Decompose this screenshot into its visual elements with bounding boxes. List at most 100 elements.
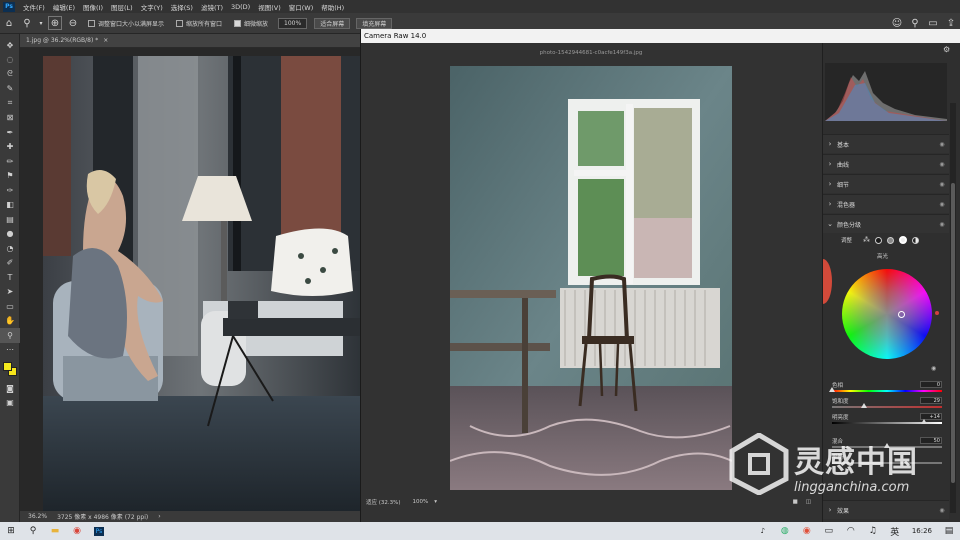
menu-help[interactable]: 帮助(H)	[317, 2, 348, 12]
hue-slider[interactable]: 色相 0	[829, 381, 942, 392]
zoom-tool-icon[interactable]: ⚲	[20, 16, 34, 30]
chrome-icon[interactable]: ◉	[66, 522, 88, 540]
battery-icon[interactable]: ▭	[818, 522, 840, 540]
ime-indicator[interactable]: 英	[884, 522, 906, 540]
resize-window-checkbox[interactable]: 调整窗口大小以满屏显示	[88, 19, 164, 28]
frame-tool-icon[interactable]: ⊠	[0, 111, 20, 126]
global-wheel-icon[interactable]	[912, 236, 920, 244]
zoom-all-checkbox[interactable]: 缩放所有窗口	[176, 19, 222, 28]
visibility-eye-icon[interactable]: ◉	[931, 365, 936, 372]
move-tool-icon[interactable]: ✥	[0, 38, 20, 53]
midtones-wheel-icon[interactable]	[887, 236, 895, 244]
saturation-value[interactable]: 29	[920, 397, 942, 404]
search-icon[interactable]: ⚲	[908, 16, 922, 30]
file-explorer-icon[interactable]: ▬	[44, 522, 66, 540]
zoom-tool-icon[interactable]: ⚲	[0, 328, 20, 343]
section-detail[interactable]: › 细节 ◉	[823, 174, 949, 193]
path-select-icon[interactable]: ➤	[0, 285, 20, 300]
fill-screen-button[interactable]: 填充屏幕	[356, 17, 393, 29]
eye-icon[interactable]: ◉	[935, 181, 949, 188]
menu-file[interactable]: 文件(F)	[19, 2, 49, 12]
network-icon[interactable]: ◠	[840, 522, 862, 540]
hand-tool-icon[interactable]: ✋	[0, 314, 20, 329]
menu-filter[interactable]: 滤镜(T)	[197, 2, 227, 12]
highlights-wheel-icon[interactable]	[899, 236, 908, 244]
search-icon[interactable]: ⚲	[22, 522, 44, 540]
eye-icon[interactable]: ◉	[935, 141, 949, 148]
more-tools-icon[interactable]: ⋯	[0, 343, 20, 358]
notification-icon[interactable]: ▤	[938, 522, 960, 540]
brush-tool-icon[interactable]: ✏	[0, 154, 20, 169]
eye-icon[interactable]: ◉	[935, 507, 949, 514]
share-upload-icon[interactable]: ⇪	[944, 16, 958, 30]
fit-screen-button[interactable]: 适合屏幕	[314, 17, 351, 29]
screen-mode-icon[interactable]: ▣	[0, 396, 20, 411]
healing-tool-icon[interactable]: ✚	[0, 140, 20, 155]
saturation-slider[interactable]: 饱和度 29	[832, 397, 942, 408]
shadows-wheel-icon[interactable]	[875, 236, 883, 244]
eye-icon[interactable]: ◉	[935, 201, 949, 208]
rectangle-tool-icon[interactable]: ▭	[0, 299, 20, 314]
volume-icon[interactable]: ♫	[862, 522, 884, 540]
workspace-icon[interactable]: ▭	[926, 16, 940, 30]
settings-gear-icon[interactable]: ⚙	[943, 45, 950, 54]
luminance-thumb[interactable]	[921, 419, 927, 424]
menu-image[interactable]: 图像(I)	[79, 2, 107, 12]
microphone-icon[interactable]: ♪	[752, 522, 774, 540]
crop-tool-icon[interactable]: ⌗	[0, 96, 20, 111]
menu-type[interactable]: 文字(Y)	[137, 2, 167, 12]
three-way-icon[interactable]: ⁂	[863, 236, 870, 244]
menu-layer[interactable]: 图层(L)	[107, 2, 137, 12]
zoom-value-field[interactable]: 100%	[278, 17, 308, 29]
zoom-dropdown-icon[interactable]: ▾	[434, 499, 437, 505]
eye-icon[interactable]: ◉	[935, 161, 949, 168]
chevron-down-icon[interactable]: ▾	[38, 16, 44, 30]
foreground-color-swatch[interactable]	[3, 362, 12, 371]
wheel-handle[interactable]	[898, 311, 905, 318]
quick-select-tool-icon[interactable]: ✎	[0, 82, 20, 97]
taskbar-clock[interactable]: 16:26	[912, 527, 932, 535]
menu-window[interactable]: 窗口(W)	[285, 2, 318, 12]
eye-icon[interactable]: ◉	[935, 221, 949, 228]
section-effects[interactable]: › 效果 ◉	[823, 500, 949, 519]
color-wheel[interactable]	[842, 269, 932, 359]
menu-select[interactable]: 选择(S)	[167, 2, 197, 12]
zoom-readout[interactable]: 36.2%	[28, 513, 47, 520]
history-brush-icon[interactable]: ✑	[0, 183, 20, 198]
blur-tool-icon[interactable]: ●	[0, 227, 20, 242]
section-curves[interactable]: › 曲线 ◉	[823, 154, 949, 173]
quick-mask-icon[interactable]: ◙	[0, 381, 20, 396]
eyedropper-tool-icon[interactable]: ✒	[0, 125, 20, 140]
lasso-tool-icon[interactable]: ᘓ	[0, 67, 20, 82]
hue-thumb[interactable]	[829, 387, 835, 392]
fit-zoom-button[interactable]: 适应 (32.3%)	[366, 498, 401, 506]
gradient-tool-icon[interactable]: ▤	[0, 212, 20, 227]
menu-3d[interactable]: 3D(D)	[227, 3, 254, 11]
saturation-thumb[interactable]	[861, 403, 867, 408]
menu-view[interactable]: 视图(V)	[254, 2, 285, 12]
pen-tool-icon[interactable]: ✐	[0, 256, 20, 271]
marquee-tool-icon[interactable]: ◌	[0, 53, 20, 68]
wechat-icon[interactable]: ◍	[774, 522, 796, 540]
photoshop-taskbar-icon[interactable]: Ps	[88, 522, 110, 540]
zoom-100-button[interactable]: 100%	[413, 499, 429, 505]
dodge-tool-icon[interactable]: ◔	[0, 241, 20, 256]
home-icon[interactable]: ⌂	[2, 16, 16, 30]
luminance-slider[interactable]: 明亮度 +14	[832, 413, 942, 424]
section-basic[interactable]: › 基本 ◉	[823, 134, 949, 153]
windows-start-icon[interactable]: ⊞	[0, 522, 22, 540]
document-tab[interactable]: 1.jpg @ 36.2%(RGB/8) * ×	[20, 34, 360, 48]
close-tab-icon[interactable]: ×	[103, 37, 108, 44]
stamp-tool-icon[interactable]: ⚑	[0, 169, 20, 184]
section-color-mixer[interactable]: › 混色器 ◉	[823, 194, 949, 213]
status-chevron-icon[interactable]: ›	[158, 513, 160, 520]
menu-edit[interactable]: 编辑(E)	[49, 2, 79, 12]
eraser-tool-icon[interactable]: ◧	[0, 198, 20, 213]
scrubby-zoom-checkbox[interactable]: 细微缩放	[234, 19, 268, 28]
zoom-out-icon[interactable]: ⊖	[66, 16, 80, 30]
hue-value[interactable]: 0	[920, 381, 942, 388]
zoom-in-icon[interactable]: ⊕	[48, 16, 62, 30]
tray-app-icon[interactable]: ◉	[796, 522, 818, 540]
section-color-grading[interactable]: ⌄ 颜色分级 ◉	[823, 214, 949, 233]
type-tool-icon[interactable]: T	[0, 270, 20, 285]
